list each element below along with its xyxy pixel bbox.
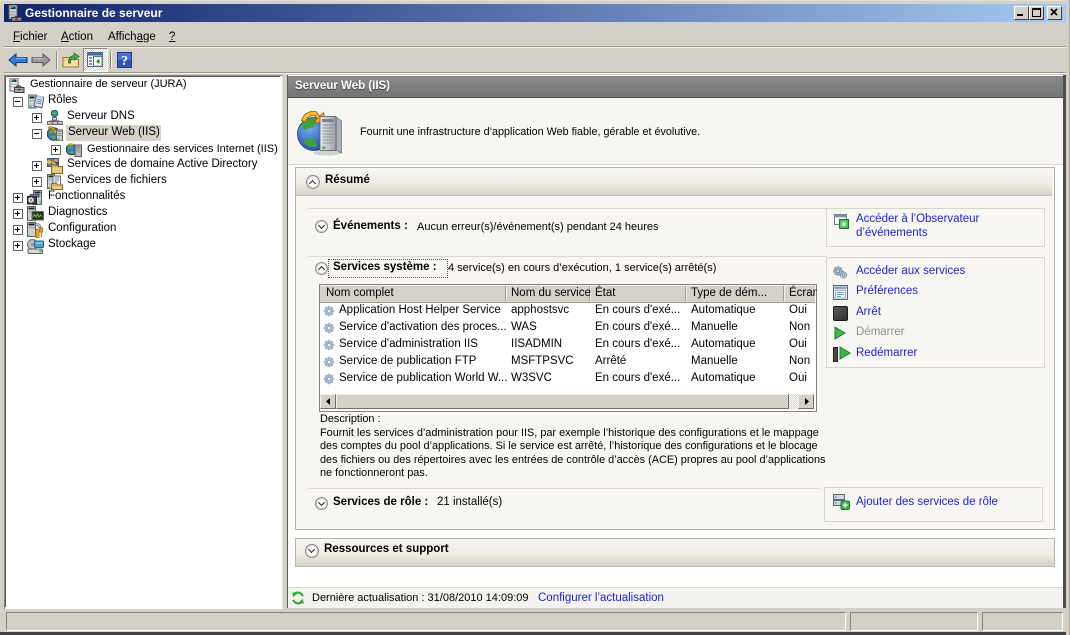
svg-text:?: ? (121, 54, 128, 68)
